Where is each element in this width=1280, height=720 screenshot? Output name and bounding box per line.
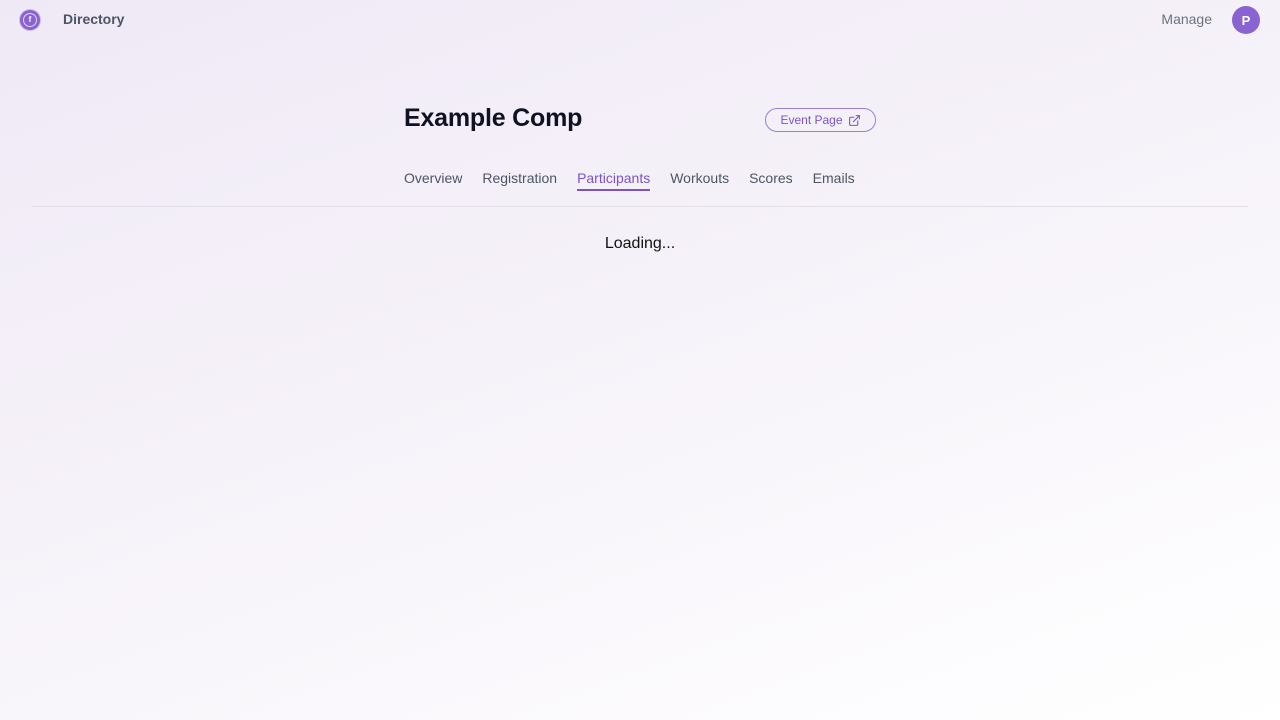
manage-link[interactable]: Manage [1161, 11, 1212, 27]
tab-registration[interactable]: Registration [482, 170, 557, 191]
logo-letter: f [23, 13, 37, 27]
tab-scores[interactable]: Scores [749, 170, 793, 191]
top-bar: f Directory Manage P [0, 0, 1280, 40]
tabs-divider [32, 206, 1248, 207]
user-avatar[interactable]: P [1232, 6, 1260, 34]
app-logo[interactable]: f [20, 10, 40, 30]
loading-text: Loading... [604, 235, 676, 252]
tab-workouts[interactable]: Workouts [670, 170, 729, 191]
tab-participants[interactable]: Participants [577, 170, 651, 191]
event-page-button[interactable]: Event Page [765, 108, 876, 132]
tab-overview[interactable]: Overview [404, 170, 462, 191]
section-tabs: Overview Registration Participants Worko… [404, 170, 855, 191]
tab-emails[interactable]: Emails [813, 170, 855, 191]
avatar-initial: P [1241, 12, 1251, 28]
external-link-icon [848, 114, 861, 127]
page-title: Example Comp [404, 104, 583, 132]
directory-link[interactable]: Directory [63, 11, 124, 27]
event-page-label: Event Page [780, 113, 843, 127]
